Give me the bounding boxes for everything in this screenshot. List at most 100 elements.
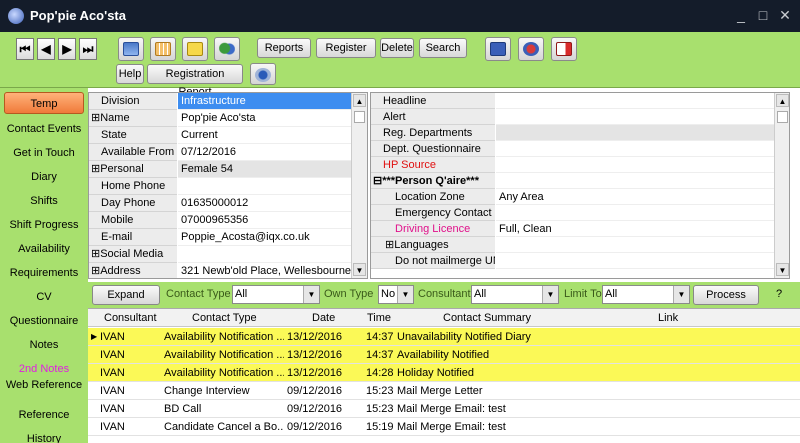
scroll-down-icon[interactable]: ▼: [353, 263, 366, 276]
field-row-person-qaire[interactable]: ⊟***Person Q'aire***: [371, 173, 774, 189]
field-row-social-media[interactable]: ⊞Social Media: [89, 246, 351, 263]
field-value[interactable]: [496, 109, 774, 125]
field-value[interactable]: [496, 157, 774, 173]
sidebar-item-requirements[interactable]: Requirements: [4, 262, 84, 284]
fields-scrollbar[interactable]: ▲ ▼: [351, 93, 367, 278]
field-row-driving-licence[interactable]: Driving Licence Full, Clean: [371, 221, 774, 237]
table-row[interactable]: IVAN Change Interview 09/12/2016 15:23 M…: [88, 382, 800, 400]
limit-to-select[interactable]: All ▼: [602, 285, 690, 304]
field-value[interactable]: Infrastructure: [178, 93, 351, 110]
scroll-up-icon[interactable]: ▲: [776, 94, 789, 107]
field-row-day-phone[interactable]: Day Phone 01635000012: [89, 195, 351, 212]
next-record-button[interactable]: ▶: [58, 38, 76, 60]
field-row-do-not-mailmerge[interactable]: Do not mailmerge UNT: [371, 253, 774, 269]
sidebar-item-diary[interactable]: Diary: [4, 166, 84, 188]
close-button[interactable]: ✕: [776, 6, 794, 24]
field-row-headline[interactable]: Headline: [371, 93, 774, 109]
grid-icon[interactable]: [150, 37, 176, 61]
field-value[interactable]: Pop'pie Aco'sta: [178, 110, 351, 127]
field-value[interactable]: 321 Newb'old Place, Wellesbourne, .: [178, 263, 351, 278]
field-row-personal[interactable]: ⊞Personal Female 54: [89, 161, 351, 178]
search-button[interactable]: Search: [419, 38, 467, 58]
field-value[interactable]: [496, 173, 774, 189]
column-header-date[interactable]: Date: [312, 309, 335, 327]
phone-book-icon[interactable]: [485, 37, 511, 61]
scroll-up-icon[interactable]: ▲: [353, 94, 366, 107]
field-row-name[interactable]: ⊞Name Pop'pie Aco'sta: [89, 110, 351, 127]
field-row-email[interactable]: E-mail Poppie_Acosta@iqx.co.uk: [89, 229, 351, 246]
sidebar-item-shift-progress[interactable]: Shift Progress: [4, 214, 84, 236]
field-row-languages[interactable]: ⊞Languages: [371, 237, 774, 253]
field-value[interactable]: Female 54: [178, 161, 351, 178]
minimize-button[interactable]: _: [732, 6, 750, 24]
field-value[interactable]: [178, 178, 351, 195]
field-value[interactable]: Full, Clean: [496, 221, 774, 237]
field-value[interactable]: [496, 93, 774, 109]
table-row[interactable]: ▶ IVAN Availability Notification ... 13/…: [88, 328, 800, 346]
help-button[interactable]: Help: [116, 64, 144, 84]
field-value[interactable]: [178, 246, 351, 263]
sidebar-item-reference[interactable]: Reference: [4, 404, 84, 426]
exit-icon[interactable]: [551, 37, 577, 61]
field-row-home-phone[interactable]: Home Phone: [89, 178, 351, 195]
consultant-select[interactable]: All ▼: [471, 285, 559, 304]
field-row-reg-departments[interactable]: Reg. Departments: [371, 125, 774, 141]
sidebar-item-shifts[interactable]: Shifts: [4, 190, 84, 212]
field-row-alert[interactable]: Alert: [371, 109, 774, 125]
field-value[interactable]: [496, 237, 774, 253]
field-value[interactable]: [496, 205, 774, 221]
column-header-contact-summary[interactable]: Contact Summary: [443, 309, 531, 327]
chat-icon[interactable]: [214, 37, 240, 61]
field-row-mobile[interactable]: Mobile 07000965356: [89, 212, 351, 229]
process-button[interactable]: Process: [693, 285, 759, 305]
delete-button[interactable]: Delete: [380, 38, 414, 58]
sidebar-item-get-in-touch[interactable]: Get in Touch: [4, 142, 84, 164]
field-row-location-zone[interactable]: Location Zone Any Area: [371, 189, 774, 205]
field-row-division[interactable]: Division Infrastructure: [89, 93, 351, 110]
sidebar-item-history[interactable]: History: [4, 428, 84, 443]
field-row-address[interactable]: ⊞Address 321 Newb'old Place, Wellesbourn…: [89, 263, 351, 278]
note-icon[interactable]: [182, 37, 208, 61]
chevron-down-icon[interactable]: ▼: [397, 286, 413, 303]
world-search-icon[interactable]: [250, 63, 276, 85]
chevron-down-icon[interactable]: ▼: [542, 286, 558, 303]
sidebar-item-questionnaire[interactable]: Questionnaire: [4, 310, 84, 332]
field-value[interactable]: Any Area: [496, 189, 774, 205]
column-header-link[interactable]: Link: [658, 309, 678, 327]
field-value[interactable]: [496, 253, 774, 269]
chevron-down-icon[interactable]: ▼: [673, 286, 689, 303]
field-value[interactable]: Poppie_Acosta@iqx.co.uk: [178, 229, 351, 246]
table-row[interactable]: IVAN Availability Notification ... 13/12…: [88, 346, 800, 364]
registration-report-button[interactable]: Registration Report: [147, 64, 243, 98]
column-header-consultant[interactable]: Consultant: [104, 309, 157, 327]
expand-button[interactable]: Expand: [92, 285, 160, 305]
field-value[interactable]: 01635000012: [178, 195, 351, 212]
sidebar-item-cv[interactable]: CV: [4, 286, 84, 308]
field-value[interactable]: [496, 141, 774, 157]
field-value[interactable]: Current: [178, 127, 351, 144]
field-row-hp-source[interactable]: HP Source: [371, 157, 774, 173]
field-value[interactable]: 07/12/2016: [178, 144, 351, 161]
maximize-button[interactable]: □: [754, 6, 772, 24]
own-type-select[interactable]: No ▼: [378, 285, 414, 304]
help-icon[interactable]: ?: [776, 288, 782, 300]
details-scrollbar[interactable]: ▲ ▼: [774, 93, 789, 278]
field-value[interactable]: 07000965356: [178, 212, 351, 229]
chevron-down-icon[interactable]: ▼: [303, 286, 319, 303]
previous-record-button[interactable]: ◀: [37, 38, 55, 60]
scroll-thumb[interactable]: [354, 111, 365, 123]
reports-button[interactable]: Reports: [257, 38, 311, 58]
calendar-icon[interactable]: [118, 37, 144, 61]
field-row-available-from[interactable]: Available From 07/12/2016: [89, 144, 351, 161]
sidebar-item-2nd-notes[interactable]: 2nd Notes: [4, 358, 84, 380]
field-value[interactable]: [496, 125, 774, 141]
register-button[interactable]: Register: [316, 38, 376, 58]
column-header-time[interactable]: Time: [367, 309, 391, 327]
sidebar-item-notes[interactable]: Notes: [4, 334, 84, 356]
globe-icon[interactable]: [518, 37, 544, 61]
table-row[interactable]: IVAN BD Call 09/12/2016 15:23 Mail Merge…: [88, 400, 800, 418]
column-header-contact-type[interactable]: Contact Type: [192, 309, 257, 327]
field-row-state[interactable]: State Current: [89, 127, 351, 144]
field-row-dept-questionnaire[interactable]: Dept. Questionnaire: [371, 141, 774, 157]
sidebar-item-web-reference[interactable]: Web Reference: [4, 378, 84, 406]
